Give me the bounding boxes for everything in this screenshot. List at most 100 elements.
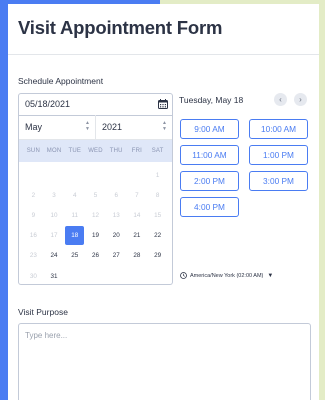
calendar-day: 23 — [23, 246, 44, 266]
purpose-textarea[interactable]: Type here... — [18, 323, 311, 400]
calendar-day-number: 18 — [65, 226, 85, 246]
time-slots: 9:00 AM 10:00 AM 11:00 AM 1:00 PM 2:00 P… — [180, 119, 308, 217]
year-value: 2021 — [102, 122, 123, 132]
calendar-day-number: 12 — [91, 211, 99, 219]
weekday-label: SAT — [151, 148, 164, 154]
calendar-day-number: 13 — [112, 211, 120, 219]
calendar-day: 3 — [44, 185, 65, 205]
time-slot-button[interactable]: 4:00 PM — [180, 197, 239, 217]
calendar-day-number: 21 — [133, 232, 141, 240]
time-slot-button[interactable]: 2:00 PM — [180, 171, 239, 191]
time-slot-button[interactable]: 9:00 AM — [180, 119, 239, 139]
calendar-day: 5 — [85, 185, 106, 205]
calendar-day[interactable]: 27 — [106, 246, 127, 266]
calendar-day-number: 16 — [29, 232, 37, 240]
calendar-day-number: 27 — [112, 252, 120, 260]
weekday-label: SUN — [26, 148, 40, 154]
calendar-day-number: 23 — [29, 252, 37, 260]
date-value: 05/18/2021 — [25, 99, 71, 109]
purpose-placeholder: Type here... — [25, 331, 68, 340]
calendar-day: 11 — [64, 205, 85, 225]
calendar-day: 2 — [23, 185, 44, 205]
timezone-value: America/New York (02:00 AM) — [190, 272, 264, 279]
right-accent-stripe — [319, 0, 325, 400]
year-stepper-icon[interactable]: ▲ ▼ — [162, 120, 167, 132]
month-select[interactable]: May ▲ ▼ — [19, 115, 95, 139]
calendar-day[interactable]: 20 — [106, 226, 127, 246]
calendar-day: 10 — [44, 205, 65, 225]
calendar-day-empty — [44, 165, 65, 185]
calendar-day-number: 26 — [91, 252, 99, 260]
caret-down-icon[interactable]: ▼ — [267, 273, 273, 279]
form-header: Visit Appointment Form — [8, 4, 319, 55]
calendar-day-number: 8 — [155, 191, 160, 199]
calendar-day-empty — [64, 165, 85, 185]
calendar-day[interactable]: 22 — [147, 226, 168, 246]
chevron-right-icon[interactable]: › — [294, 93, 307, 106]
calendar-day-number: 3 — [52, 191, 56, 199]
purpose-label: Visit Purpose — [18, 307, 68, 317]
calendar-day: 4 — [64, 185, 85, 205]
date-input[interactable]: 05/18/2021 — [18, 93, 173, 116]
calendar-day[interactable]: 26 — [85, 246, 106, 266]
calendar-day-number: 17 — [50, 232, 58, 240]
weekday-label: THU — [109, 148, 123, 154]
timezone-selector[interactable]: America/New York (02:00 AM) ▼ — [180, 272, 273, 279]
calendar-day[interactable]: 19 — [85, 226, 106, 246]
calendar-day[interactable]: 25 — [64, 246, 85, 266]
month-stepper-icon[interactable]: ▲ ▼ — [85, 120, 90, 132]
calendar-day: 15 — [147, 205, 168, 225]
left-accent-stripe — [0, 0, 8, 400]
month-value: May — [25, 122, 43, 132]
month-year-selectors: May ▲ ▼ 2021 ▲ ▼ — [19, 115, 172, 140]
calendar-day[interactable]: 24 — [44, 246, 65, 266]
time-slot-button[interactable]: 10:00 AM — [249, 119, 308, 139]
calendar-day-number: 25 — [71, 252, 79, 260]
weekday-label: FRI — [131, 148, 143, 154]
calendar-day: 12 — [85, 205, 106, 225]
selected-date-heading: Tuesday, May 18 — [179, 95, 244, 105]
calendar-day: 6 — [106, 185, 127, 205]
clock-icon — [180, 272, 187, 279]
calendar-day[interactable]: 28 — [127, 246, 148, 266]
calendar-day[interactable]: 29 — [147, 246, 168, 266]
form-card: Visit Appointment Form Schedule Appointm… — [8, 4, 319, 400]
calendar-day-number: 15 — [154, 211, 162, 219]
time-slot-button[interactable]: 1:00 PM — [249, 145, 308, 165]
calendar-day-number: 1 — [155, 171, 160, 179]
calendar-day-number: 4 — [73, 191, 77, 199]
calendar-day-number: 29 — [154, 252, 162, 260]
time-slot-button[interactable]: 3:00 PM — [249, 171, 308, 191]
calendar-day-number: 5 — [93, 191, 98, 199]
calendar-day-number: 31 — [50, 272, 58, 280]
calendar-day-number: 30 — [29, 272, 37, 280]
year-select[interactable]: 2021 ▲ ▼ — [95, 115, 172, 139]
weekday-label: MON — [46, 148, 62, 154]
weekday-header: SUN MON TUE WED THU FRI SAT — [19, 140, 172, 162]
calendar-day: 9 — [23, 205, 44, 225]
calendar-day-empty — [127, 165, 148, 185]
calendar-day-empty — [23, 165, 44, 185]
calendar-day-number: 10 — [50, 211, 58, 219]
calendar-popup: May ▲ ▼ 2021 ▲ ▼ SUN MON TUE WED THU FRI S… — [18, 115, 173, 285]
calendar-day-number: 19 — [91, 232, 99, 240]
calendar-day-number: 22 — [154, 232, 162, 240]
calendar-day: 8 — [147, 185, 168, 205]
weekday-label: TUE — [68, 148, 82, 154]
calendar-day[interactable]: 21 — [127, 226, 148, 246]
calendar-day-number: 7 — [135, 191, 139, 199]
calendar-day[interactable]: 31 — [44, 266, 65, 286]
calendar-icon[interactable] — [158, 99, 168, 109]
calendar-day-number: 11 — [71, 211, 79, 219]
time-slot-button[interactable]: 11:00 AM — [180, 145, 239, 165]
chevron-left-icon[interactable]: ‹ — [274, 93, 287, 106]
calendar-day-number: 14 — [133, 211, 141, 219]
calendar-day-number: 24 — [50, 252, 58, 260]
calendar-day-number: 2 — [31, 191, 36, 199]
calendar-day: 16 — [23, 226, 44, 246]
calendar-day[interactable]: 18 — [64, 226, 85, 246]
calendar-day-empty — [106, 165, 127, 185]
schedule-label: Schedule Appointment — [18, 76, 104, 86]
calendar-day-empty — [85, 165, 106, 185]
form-title: Visit Appointment Form — [18, 17, 223, 38]
